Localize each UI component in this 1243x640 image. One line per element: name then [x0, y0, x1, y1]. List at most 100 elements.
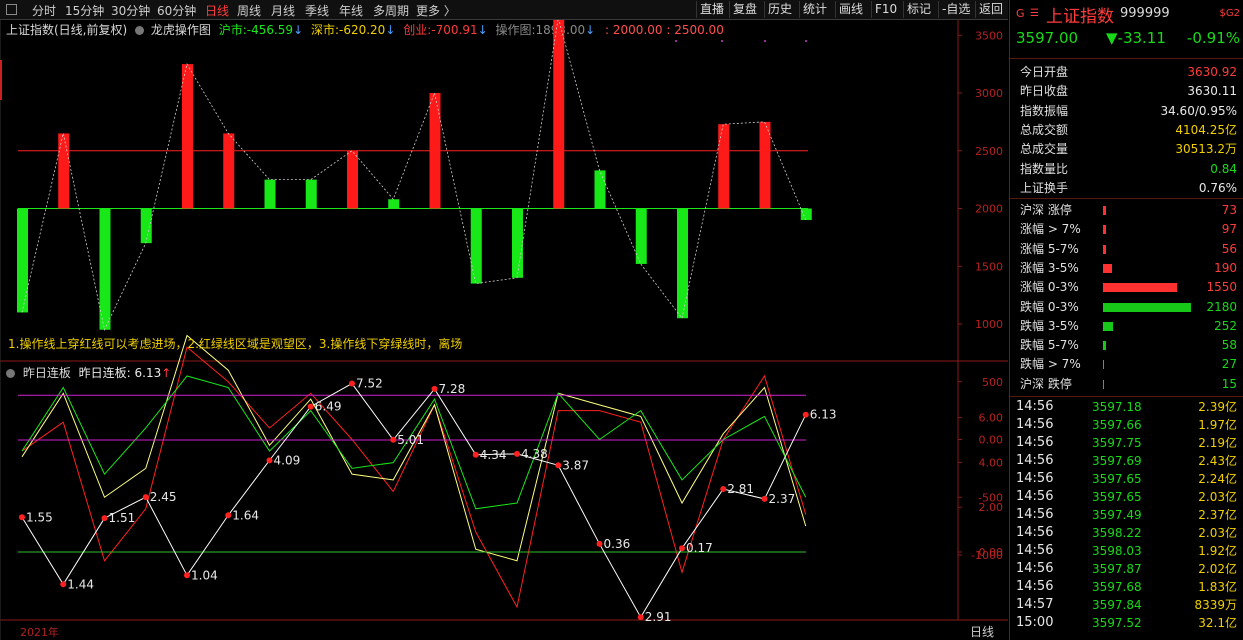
axis-label: 2500 — [975, 145, 1003, 158]
stat-row: 昨日收盘 3630.11 — [1010, 82, 1243, 100]
tick-price: 3598.03 — [1092, 544, 1142, 558]
tick-volume: 2.43亿 — [1198, 454, 1237, 468]
replay-button[interactable]: 复盘 — [729, 1, 760, 18]
stat-row: 上证换手 0.76% — [1010, 179, 1243, 197]
tick-price: 3597.87 — [1092, 562, 1142, 576]
tick-volume: 2.37亿 — [1198, 508, 1237, 522]
tab-minute[interactable]: 分时 — [32, 2, 56, 19]
breadth-row: 跌幅 0-3% 2180 — [1010, 298, 1243, 316]
dropdown-icon[interactable]: ☰ — [1030, 8, 1039, 19]
operation-bar — [594, 170, 606, 209]
divider — [1010, 58, 1243, 59]
tick-row: 14:56 3597.75 2.19亿 — [1010, 434, 1243, 452]
tick-price: 3597.84 — [1092, 598, 1142, 612]
tick-row: 14:56 3597.66 1.97亿 — [1010, 416, 1243, 434]
tick-volume: 2.39亿 — [1198, 400, 1237, 414]
board-streak-point — [266, 457, 273, 464]
breadth-value: 58 — [1221, 338, 1237, 353]
lower-settings-icon[interactable] — [6, 369, 15, 378]
axis-label: 0.00 — [979, 434, 1004, 447]
price-change-pct: -0.91% — [1186, 29, 1240, 47]
breadth-label: 涨幅 3-5% — [1020, 260, 1079, 275]
decline-bar — [1103, 321, 1113, 331]
breadth-label: 跌幅 3-5% — [1020, 318, 1079, 333]
tick-row: 14:57 3597.84 8339万 — [1010, 596, 1243, 614]
tick-price: 3597.68 — [1092, 580, 1142, 594]
tick-price: 3597.52 — [1092, 616, 1142, 630]
f10-button[interactable]: F10 — [871, 1, 900, 18]
stat-label: 上证换手 — [1020, 180, 1069, 195]
tick-time: 14:56 — [1016, 561, 1054, 576]
panel-toggle-icon[interactable] — [6, 4, 17, 15]
period-toolbar: 分时 15分钟 30分钟 60分钟 日线 周线 月线 季线 年线 多周期 更多 … — [0, 0, 1008, 20]
tab-daily[interactable]: 日线 — [205, 2, 229, 19]
index-name: 上证指数 — [1046, 7, 1114, 27]
stat-row: 总成交额 4104.25亿 — [1010, 121, 1243, 139]
lower-chart-title[interactable]: 昨日连板 — [23, 366, 71, 380]
operation-bar — [512, 208, 523, 278]
breadth-row: 涨幅 5-7% 56 — [1010, 240, 1243, 258]
board-streak-label: 2.37 — [769, 492, 796, 506]
remove-watchlist-button[interactable]: -自选 — [938, 1, 973, 18]
breadth-row: 跌幅 5-7% 58 — [1010, 336, 1243, 354]
operation-bar — [17, 208, 28, 313]
tick-row: 14:56 3597.49 2.37亿 — [1010, 506, 1243, 524]
axis-label: 4.00 — [979, 456, 1004, 469]
history-button[interactable]: 历史 — [764, 1, 795, 18]
tab-more[interactable]: 更多 〉 — [416, 2, 456, 19]
tab-monthly[interactable]: 月线 — [271, 2, 295, 19]
tick-row: 14:56 3597.69 2.43亿 — [1010, 452, 1243, 470]
tick-volume: 2.03亿 — [1198, 490, 1237, 504]
stat-value: 4104.25亿 — [1175, 122, 1237, 137]
axis-label: 2000 — [975, 203, 1003, 216]
board-streak-point — [802, 411, 809, 418]
tab-quarterly[interactable]: 季线 — [305, 2, 329, 19]
board-streak-point — [19, 514, 25, 521]
stat-value: 30513.2万 — [1175, 142, 1237, 157]
stat-label: 总成交量 — [1020, 142, 1069, 157]
axis-label: 6.00 — [979, 412, 1004, 425]
operation-bars — [17, 20, 812, 330]
back-button[interactable]: 返回 — [975, 1, 1006, 18]
operation-bar — [470, 208, 482, 284]
board-streak-point — [225, 512, 232, 519]
board-streak-point — [349, 380, 355, 387]
price-axis: 3500300025002000150010005000.00-500-1000… — [958, 29, 1003, 562]
board-streak-point — [637, 614, 644, 621]
board-streak-label: 4.34 — [480, 448, 507, 462]
sg2-badge[interactable]: $G2 — [1220, 8, 1240, 19]
stat-value: 0.76% — [1198, 180, 1237, 195]
tab-60min[interactable]: 60分钟 — [157, 2, 196, 19]
mark-button[interactable]: 标记 — [903, 1, 934, 18]
tick-volume: 2.19亿 — [1198, 436, 1237, 450]
board-streak-point — [472, 451, 479, 458]
indicator-line-0 — [21, 346, 807, 609]
breadth-row: 涨幅 3-5% 190 — [1010, 259, 1243, 277]
operation-bar — [305, 179, 317, 209]
stat-label: 指数量比 — [1020, 161, 1069, 176]
up-arrow-icon: ↑ — [161, 366, 172, 380]
axis-label: 1500 — [975, 260, 1003, 273]
live-button[interactable]: 直播 — [696, 1, 727, 18]
breadth-label: 涨幅 > 7% — [1020, 222, 1081, 237]
tick-price: 3597.65 — [1092, 490, 1142, 504]
tab-yearly[interactable]: 年线 — [339, 2, 363, 19]
stats-button[interactable]: 统计 — [799, 1, 830, 18]
tab-weekly[interactable]: 周线 — [237, 2, 261, 19]
chart-frame — [0, 20, 1008, 640]
tab-30min[interactable]: 30分钟 — [111, 2, 150, 19]
tab-multi-period[interactable]: 多周期 — [373, 2, 409, 19]
breadth-value: 73 — [1221, 203, 1237, 217]
operation-bar — [635, 208, 647, 264]
divider — [1010, 396, 1243, 397]
operation-bar — [429, 93, 441, 209]
breadth-value: 2180 — [1206, 299, 1237, 314]
stat-value: 0.84 — [1210, 161, 1237, 176]
board-streak-label: 2.91 — [645, 610, 672, 624]
tick-row: 14:56 3597.18 2.39亿 — [1010, 398, 1243, 416]
breadth-row: 涨幅 > 7% 97 — [1010, 220, 1243, 238]
chart-canvas: 1.55 1.44 1.51 2.45 1.04 1.64 4.09 6.49 7.52 5.01… — [0, 20, 1008, 640]
draw-line-button[interactable]: 画线 — [835, 1, 866, 18]
tab-15min[interactable]: 15分钟 — [65, 2, 104, 19]
board-streak-label: 1.64 — [232, 508, 259, 522]
